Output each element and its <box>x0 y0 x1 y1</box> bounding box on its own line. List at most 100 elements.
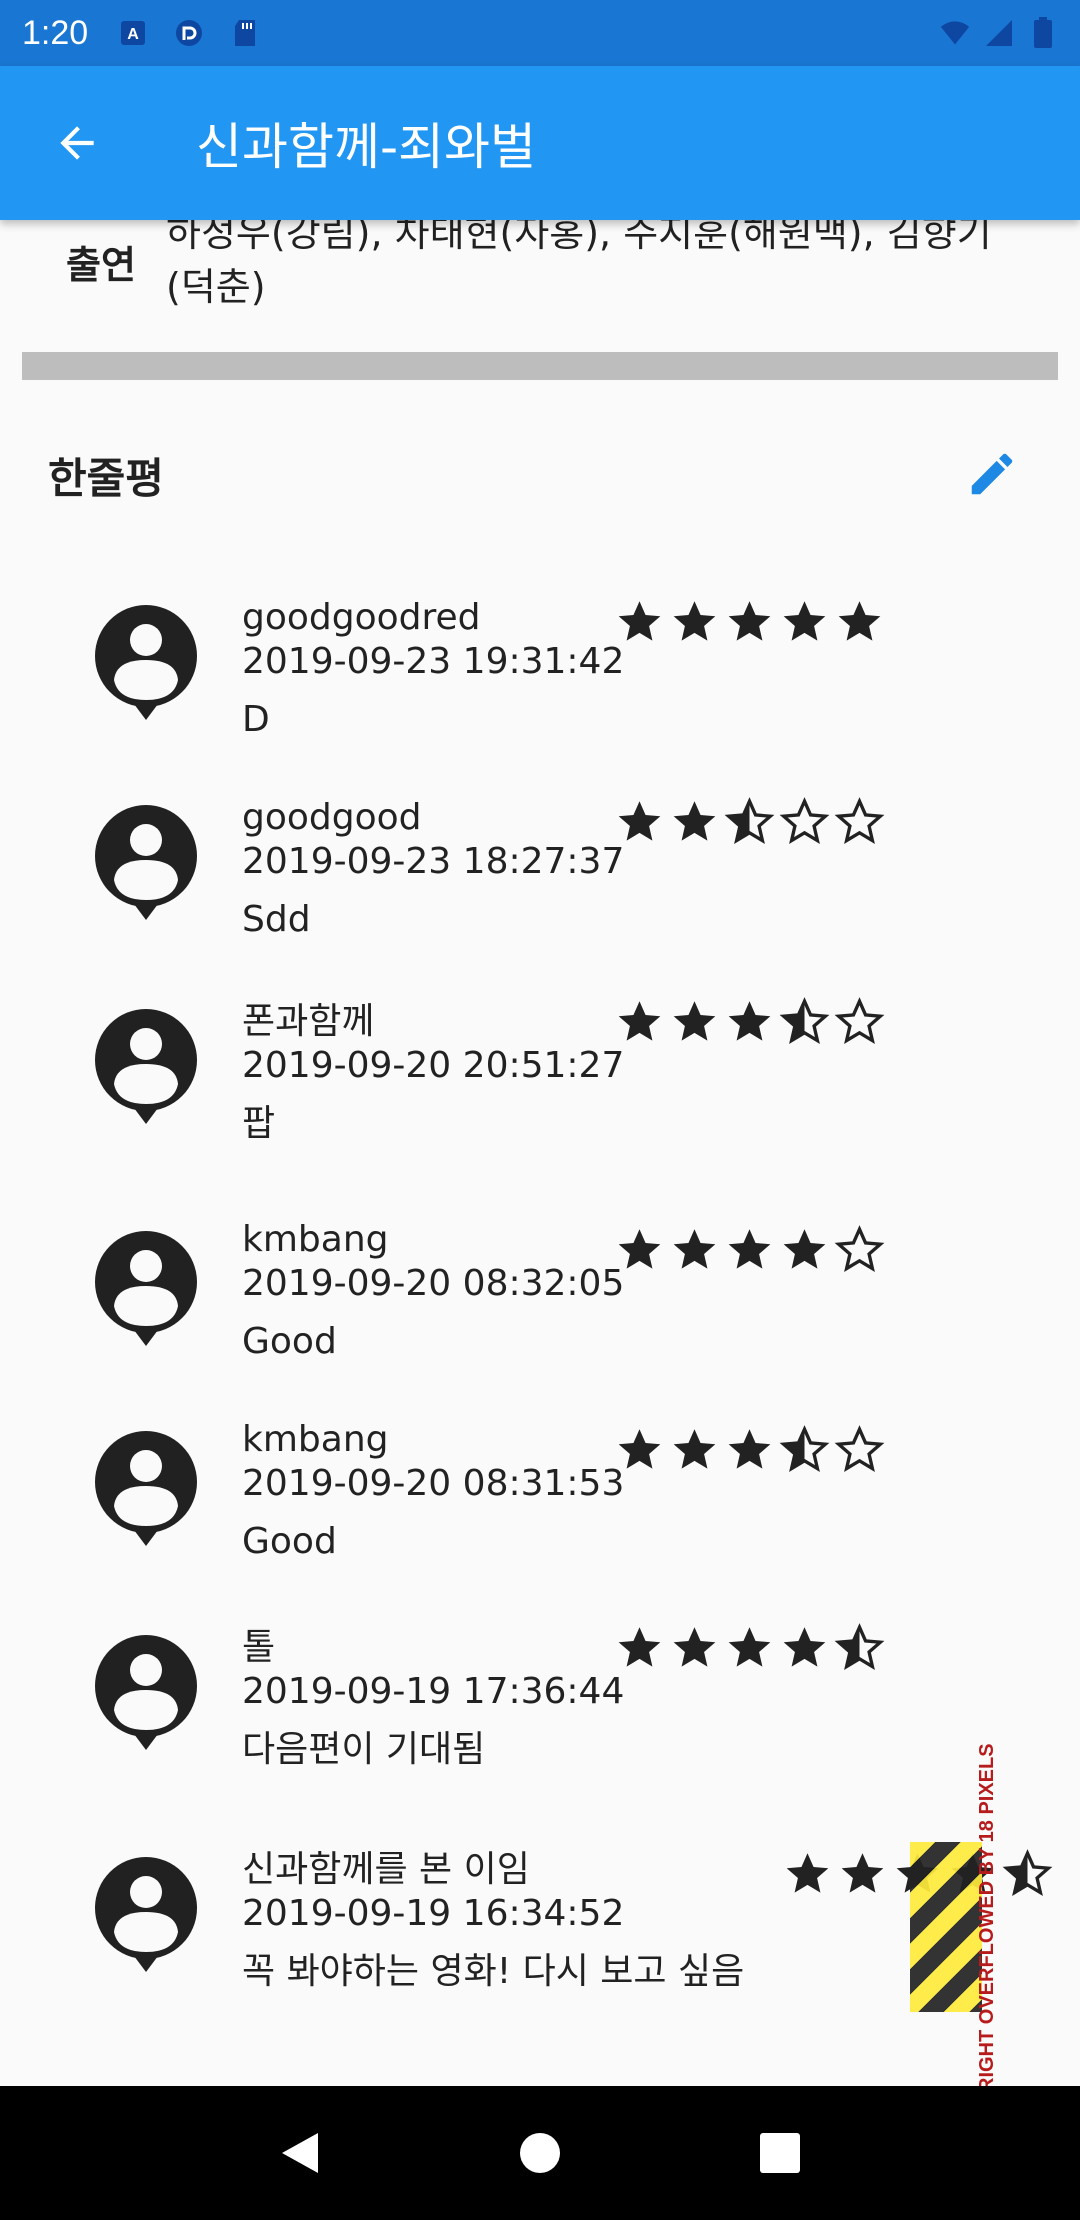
nav-home-button[interactable] <box>510 2123 570 2183</box>
review-section-title: 한줄평 <box>48 453 164 503</box>
star-full-icon <box>841 1853 884 1893</box>
overflow-warning-text: RIGHT OVERFLOWED BY 18 PIXELS <box>976 1743 998 2092</box>
star-full-icon <box>673 1229 716 1269</box>
nav-recents-icon <box>760 2133 800 2173</box>
translate-icon: A <box>118 18 148 48</box>
pocket-cast-icon <box>174 18 204 48</box>
sd-card-icon <box>230 18 260 48</box>
review-text: goodgoodred 2019-09-23 19:31:42 D <box>242 596 624 742</box>
star-full-icon <box>673 1429 716 1469</box>
star-full-icon <box>618 1429 661 1469</box>
star-empty-icon <box>834 797 885 845</box>
star-full-icon <box>618 601 661 641</box>
nav-home-icon <box>520 2133 560 2173</box>
star-full-icon <box>728 1001 771 1041</box>
review-header: 한줄평 <box>0 440 1080 510</box>
system-icons <box>940 17 1058 48</box>
star-half-icon <box>834 1623 885 1671</box>
star-full-icon <box>728 1229 771 1269</box>
review-username: kmbang <box>242 1419 389 1460</box>
rating-stars <box>612 996 887 1046</box>
star-empty-icon <box>834 1425 885 1473</box>
nav-recents-button[interactable] <box>750 2123 810 2183</box>
star-half-icon <box>779 997 830 1045</box>
wifi-icon <box>940 18 970 48</box>
review-date: 2019-09-19 16:34:52 <box>242 1893 625 1934</box>
star-full-icon <box>838 601 881 641</box>
star-full-icon <box>783 1627 826 1667</box>
star-full-icon <box>618 1627 661 1667</box>
star-full-icon <box>783 1229 826 1269</box>
avatar-icon <box>95 605 197 720</box>
rating-stars <box>612 1424 887 1474</box>
star-half-icon <box>724 797 775 845</box>
star-half-icon <box>1002 1849 1053 1897</box>
review-date: 2019-09-23 18:27:37 <box>242 841 625 882</box>
pencil-icon <box>971 453 1013 495</box>
app-bar: 신과함께-죄와벌 <box>0 66 1080 220</box>
review-username: 톨 <box>242 1627 276 1668</box>
cast-row: 출연 하정우(강림), 차태현(자홍), 주지훈(해원맥), 김향기(덕춘) <box>0 204 1080 324</box>
star-empty-icon <box>834 1225 885 1273</box>
star-full-icon <box>728 601 771 641</box>
avatar-icon <box>95 1635 197 1750</box>
review-text: 폰과함께 2019-09-20 20:51:27 팝 <box>242 1000 624 1146</box>
review-username: goodgood <box>242 797 422 838</box>
star-empty-icon <box>834 997 885 1045</box>
rating-stars <box>612 1224 887 1274</box>
back-button[interactable] <box>42 108 112 178</box>
navigation-bar <box>0 2086 1080 2220</box>
review-comment: D <box>242 699 270 740</box>
page-title: 신과함께-죄와벌 <box>196 118 537 176</box>
rating-stars <box>612 596 887 646</box>
cast-value: 하정우(강림), 차태현(자홍), 주지훈(해원맥), 김향기(덕춘) <box>166 211 992 309</box>
review-date: 2019-09-23 19:31:42 <box>242 641 625 682</box>
star-half-icon <box>779 1425 830 1473</box>
review-text: kmbang 2019-09-20 08:32:05 Good <box>242 1218 624 1364</box>
star-full-icon <box>618 1001 661 1041</box>
review-text: 신과함께를 본 이임 2019-09-19 16:34:52 꼭 봐야하는 영화… <box>242 1848 744 1994</box>
review-text: goodgood 2019-09-23 18:27:37 Sdd <box>242 796 624 942</box>
avatar-icon <box>95 805 197 920</box>
star-full-icon <box>783 601 826 641</box>
review-comment: Good <box>242 1321 337 1362</box>
battery-icon <box>1028 17 1058 48</box>
nav-back-icon <box>282 2133 318 2173</box>
notification-icons: A <box>118 18 260 48</box>
avatar-icon <box>95 1431 197 1546</box>
star-full-icon <box>728 1627 771 1667</box>
svg-text:A: A <box>127 26 139 43</box>
star-empty-icon <box>779 797 830 845</box>
review-date: 2019-09-20 20:51:27 <box>242 1045 625 1086</box>
star-full-icon <box>673 601 716 641</box>
star-full-icon <box>728 1429 771 1469</box>
star-full-icon <box>618 1229 661 1269</box>
review-text: 톨 2019-09-19 17:36:44 다음편이 기대됨 <box>242 1626 624 1772</box>
review-username: 신과함께를 본 이임 <box>242 1849 530 1890</box>
avatar-icon <box>95 1857 197 1972</box>
status-bar: 1:20 A <box>0 0 1080 66</box>
review-comment: 꼭 봐야하는 영화! 다시 보고 싶음 <box>242 1951 745 1992</box>
avatar-icon <box>95 1009 197 1124</box>
review-comment: 팝 <box>242 1103 276 1144</box>
review-username: kmbang <box>242 1219 389 1260</box>
avatar-icon <box>95 1231 197 1346</box>
star-full-icon <box>786 1853 829 1893</box>
review-date: 2019-09-19 17:36:44 <box>242 1671 625 1712</box>
review-username: goodgoodred <box>242 597 481 638</box>
signal-icon <box>984 18 1014 48</box>
review-comment: Sdd <box>242 899 311 940</box>
review-comment: Good <box>242 1521 337 1562</box>
status-time: 1:20 <box>22 13 89 52</box>
arrow-back-icon <box>60 126 94 160</box>
overflow-warning-stripe <box>910 1842 982 2012</box>
review-username: 폰과함께 <box>242 1001 375 1042</box>
write-review-button[interactable] <box>962 444 1022 504</box>
star-full-icon <box>673 1627 716 1667</box>
star-full-icon <box>673 1001 716 1041</box>
review-comment: 다음편이 기대됨 <box>242 1729 486 1770</box>
cast-label: 출연 <box>66 243 136 287</box>
section-divider <box>22 352 1058 380</box>
nav-back-button[interactable] <box>270 2123 330 2183</box>
screen: 1:20 A 신과함께-죄와벌 출연 하정우(강림), 차태현(자홍), 주지훈… <box>0 0 1080 2220</box>
